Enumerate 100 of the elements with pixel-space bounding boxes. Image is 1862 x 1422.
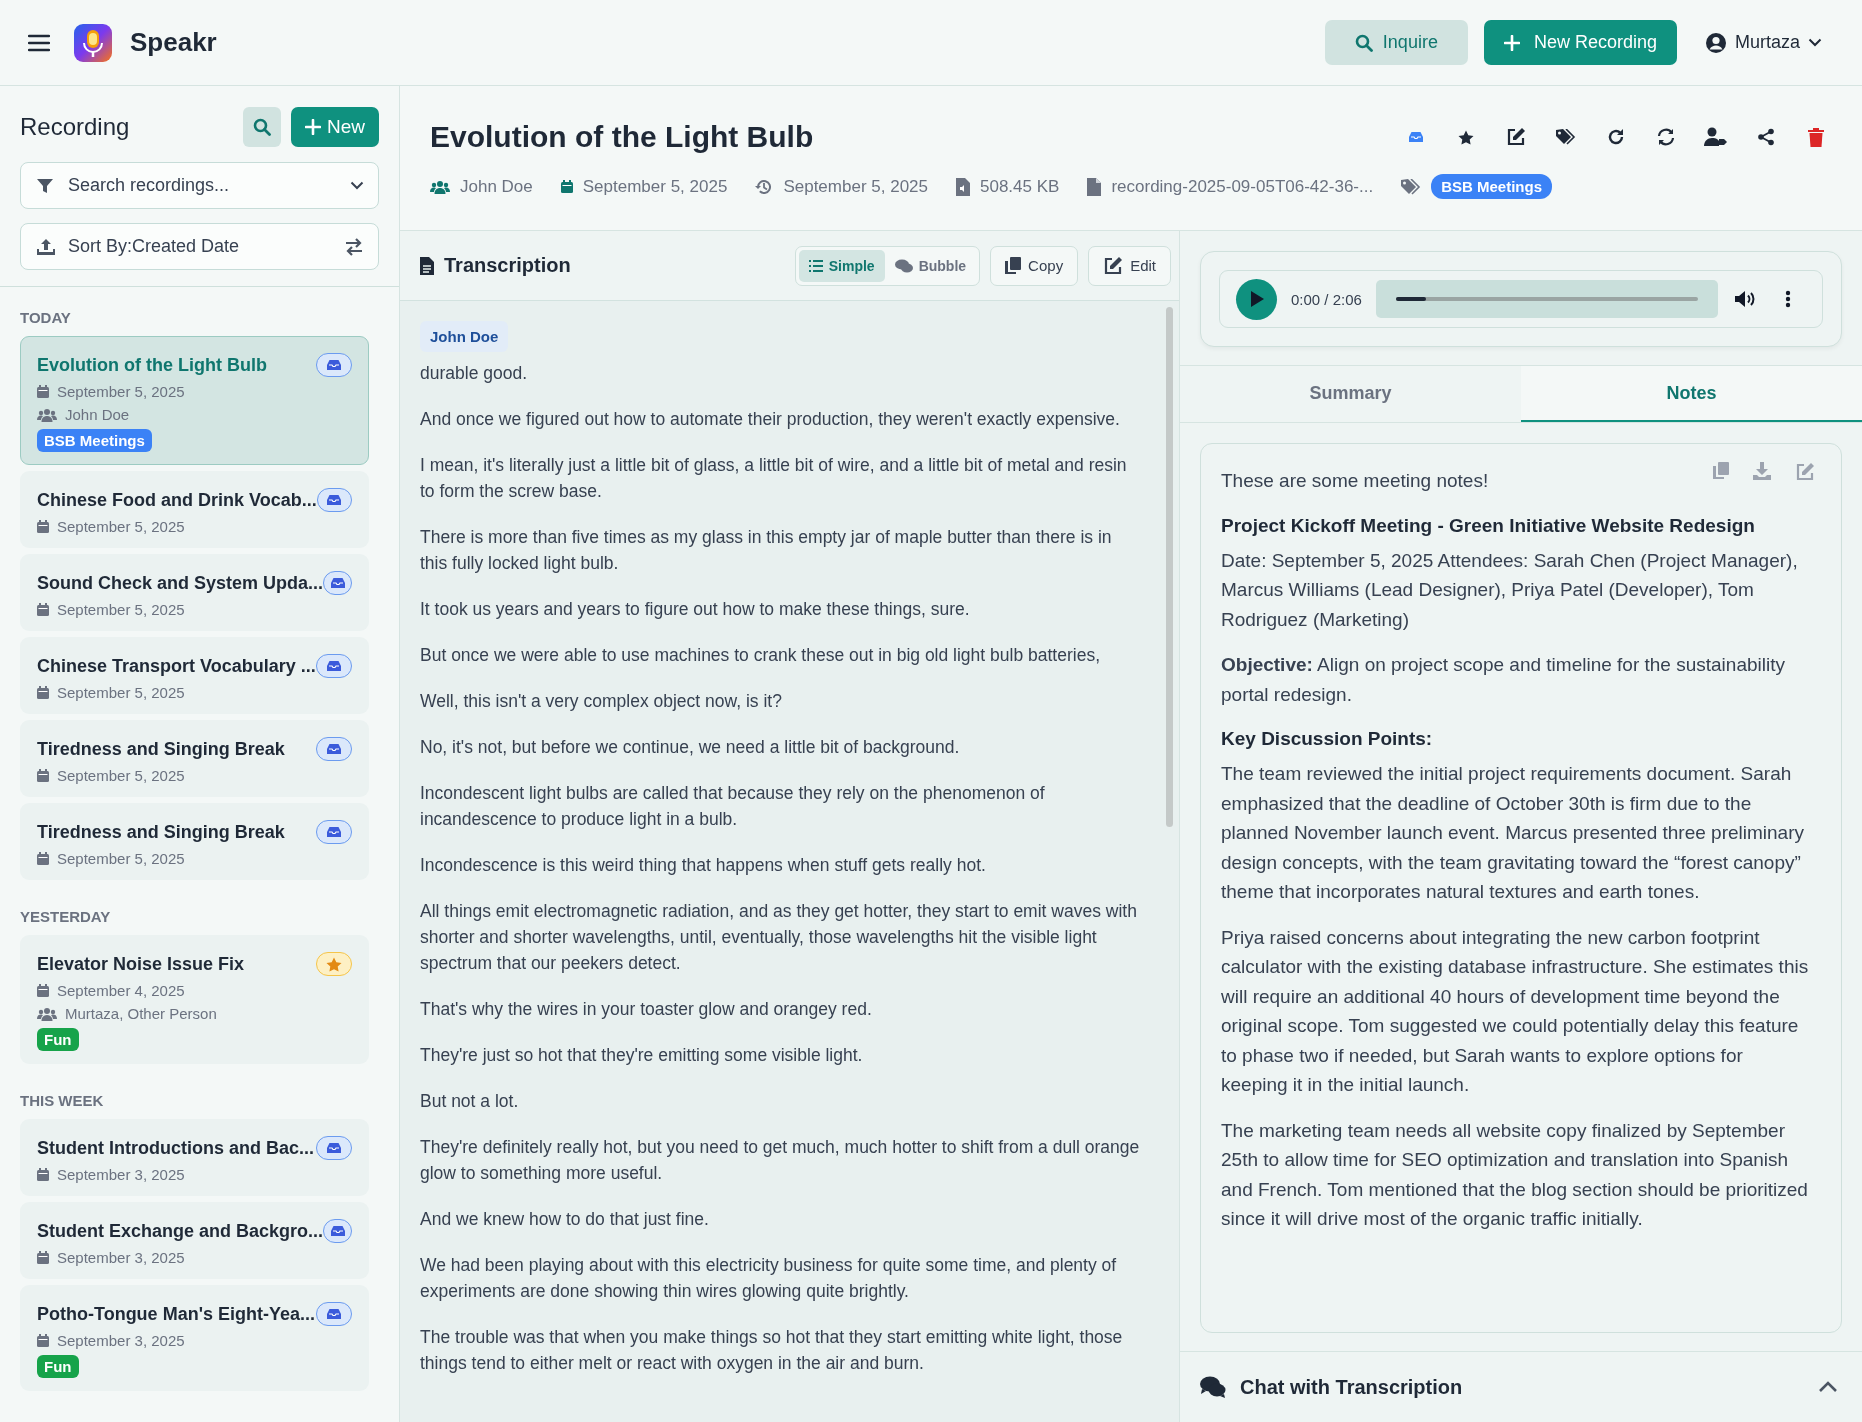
recording-item[interactable]: Student Exchange and Backgro... September 3, 2025 (20, 1202, 369, 1279)
new-button[interactable]: New (291, 107, 379, 147)
recording-date: September 5, 2025 (57, 767, 185, 784)
time-display: 0:00 / 2:06 (1291, 290, 1362, 308)
recording-item[interactable]: Tiredness and Singing Break September 5, 2025 (20, 720, 369, 797)
history-icon (755, 177, 774, 196)
recording-date: September 3, 2025 (57, 1166, 185, 1183)
play-button[interactable] (1236, 278, 1277, 320)
recording-item[interactable]: Tiredness and Singing Break September 5, 2025 (20, 803, 369, 880)
speaker-label: John Doe (420, 321, 509, 352)
calendar-icon (560, 180, 573, 193)
recording-title: Tiredness and Singing Break (37, 738, 285, 760)
calendar-icon (37, 603, 49, 616)
recording-date: September 5, 2025 (57, 684, 185, 701)
plus-icon (305, 119, 321, 135)
people-icon (430, 179, 450, 194)
copy-button[interactable]: Copy (990, 245, 1079, 286)
user-menu-button[interactable]: Murtaza (1692, 20, 1834, 65)
recording-item[interactable]: Evolution of the Light Bulb September 5, 2025 John Doe BSB Meetings (20, 336, 369, 465)
recording-item[interactable]: Chinese Transport Vocabulary ... September 5, 2025 (20, 637, 369, 714)
sort-dropdown[interactable]: Sort By:Created Date (20, 223, 379, 270)
recording-title: Student Introductions and Bac... (37, 1137, 314, 1159)
recording-title: Tiredness and Singing Break (37, 821, 285, 843)
notes-text: These are some meeting notes! (1221, 469, 1490, 493)
tag-label: BSB Meetings (37, 429, 152, 452)
calendar-icon (37, 769, 49, 782)
people-icon (37, 407, 57, 422)
transcript-text: I mean, it's literally just a little bit of glass, a little bit of wire, and a little bit of metal and resin to form the screw base. (420, 454, 1128, 503)
recording-participants: Murtaza, Other Person (65, 1005, 217, 1022)
new-recording-button[interactable]: New Recording (1483, 20, 1677, 65)
transcript-text: But once we were able to use machines to crank these out in big old light bulb batteries, (420, 644, 1101, 667)
notes-text: Objective: Align on project scope and timeline for the sustainability portal redesign. (1221, 653, 1786, 707)
plus-icon (1503, 34, 1520, 51)
tag-label: Fun (37, 1355, 79, 1378)
microphone-logo-icon (74, 23, 112, 62)
recording-title: Evolution of the Light Bulb (430, 120, 814, 154)
tab[interactable]: Notes (1521, 366, 1862, 422)
people-icon (37, 1006, 57, 1021)
recording-item[interactable]: Student Introductions and Bac... September 3, 2025 (20, 1119, 369, 1196)
recording-title: Potho-Tongue Man's Eight-Yea... (37, 1303, 315, 1325)
recording-title: Chinese Food and Drink Vocab... (37, 489, 317, 511)
search-icon (1354, 33, 1373, 52)
transcript-text: It took us years and years to figure out how to make these things, sure. (420, 598, 971, 621)
edit-icon (1103, 255, 1124, 276)
recording-date: September 5, 2025 (57, 601, 185, 618)
edit-button[interactable]: Edit (1088, 245, 1171, 286)
transcript-text: Well, this isn't a very complex object now, is it? (420, 690, 783, 713)
inquire-button[interactable]: Inquire (1324, 20, 1468, 65)
document-icon (420, 256, 434, 275)
filter-icon (36, 176, 54, 195)
file-size: 508.45 KB (980, 176, 1060, 197)
group-label: TODAY (20, 309, 72, 326)
file-name: recording-2025-09-05T06-42-36-... (1111, 176, 1374, 197)
upload-icon (36, 237, 56, 256)
panel-title: Transcription (444, 254, 571, 277)
calendar-icon (37, 1251, 49, 1264)
group-label: YESTERDAY (20, 908, 112, 925)
transcript-text: That's why the wires in your toaster glow and orangey red. (420, 998, 873, 1021)
recording-item[interactable]: Sound Check and System Upda... September 5, 2025 (20, 554, 369, 631)
notes-text: Date: September 5, 2025 Attendees: Sarah Chen (Project Manager), Marcus Williams (Lead Designer), Priya Patel (Developer), Tom Rodriguez (Marketing) (1221, 548, 1799, 632)
transcript-text: No, it's not, but before we continue, we need a little bit of background. (420, 736, 961, 759)
progress-track[interactable] (1395, 297, 1698, 301)
recording-item[interactable]: Chinese Food and Drink Vocab... September 5, 2025 (20, 471, 369, 548)
updated-date: September 5, 2025 (783, 176, 928, 197)
transcript-text: Incondescent light bulbs are called that because they rely on the phenomenon of incandescence to produce light in a bulb. (420, 782, 1046, 831)
recording-date: September 4, 2025 (57, 982, 185, 999)
recording-item[interactable]: Elevator Noise Issue Fix September 4, 2025 Murtaza, Other Person Fun (20, 935, 369, 1064)
calendar-icon (37, 385, 49, 398)
view-mode-tab[interactable]: Simple (798, 249, 885, 282)
recording-title: Sound Check and System Upda... (37, 572, 324, 594)
transcript-text: And once we figured out how to automate their production, they weren't exactly expensive. (420, 408, 1121, 431)
transcript-text: Incondescence is this weird thing that happens when stuff gets really hot. (420, 854, 987, 877)
recording-title: Evolution of the Light Bulb (37, 354, 267, 376)
transcript-text: All things emit electromagnetic radiation, and as they get hotter, they start to emit waves with shorter and shorter wavelengths, until, eventually, those wavelengths hit the visible light spectrum that our peekers detect. (420, 900, 1138, 975)
calendar-icon (37, 852, 49, 865)
recording-participants: John Doe (65, 406, 130, 423)
notes-text: Priya raised concerns about integrating the new carbon footprint calculator with the existing database infrastructure. She estimates this will require an additional 40 hours of development time beyond the original scope. Tom suggested we could potentially delay this feature to phase two if needed, but Sarah wants to explore options for keeping it in the initial launch. (1221, 925, 1810, 1097)
calendar-icon (37, 1334, 49, 1347)
user-avatar-icon (1704, 31, 1727, 54)
view-mode-tab[interactable]: Bubble (884, 249, 977, 282)
recording-date: September 5, 2025 (57, 850, 185, 867)
recording-item[interactable]: Potho-Tongue Man's Eight-Yea... September 3, 2025 Fun (20, 1285, 369, 1391)
calendar-icon (37, 1168, 49, 1181)
copy-icon (1005, 257, 1022, 274)
transcript-text: They're definitely really hot, but you need to get much, much hotter to shift from a dull orange glow to something more useful. (420, 1136, 1141, 1185)
transcript-text: There is more than five times as my glass in this empty jar of maple butter than there is in this fully locked light bulb. (420, 526, 1113, 575)
recording-date: September 3, 2025 (57, 1249, 185, 1266)
transcript-text: The trouble was that when you make things so hot that they start emitting white light, those things tend to either melt or react with oxygen in the air and burn. (420, 1326, 1124, 1375)
search-icon[interactable] (243, 107, 281, 147)
search-field[interactable]: Search recordings... (20, 162, 379, 209)
notes-heading: Key Discussion Points: (1221, 727, 1434, 751)
recording-title: Student Exchange and Backgro... (37, 1220, 324, 1242)
chevron-down-icon (1808, 38, 1822, 47)
transcript-text: durable good. (420, 362, 529, 385)
chevron-down-icon (350, 181, 364, 190)
list-icon (808, 259, 823, 272)
created-date: September 5, 2025 (582, 176, 728, 197)
search-input[interactable]: Search recordings... (66, 174, 338, 197)
recording-date: September 5, 2025 (57, 383, 185, 400)
menu-icon[interactable] (28, 33, 50, 52)
